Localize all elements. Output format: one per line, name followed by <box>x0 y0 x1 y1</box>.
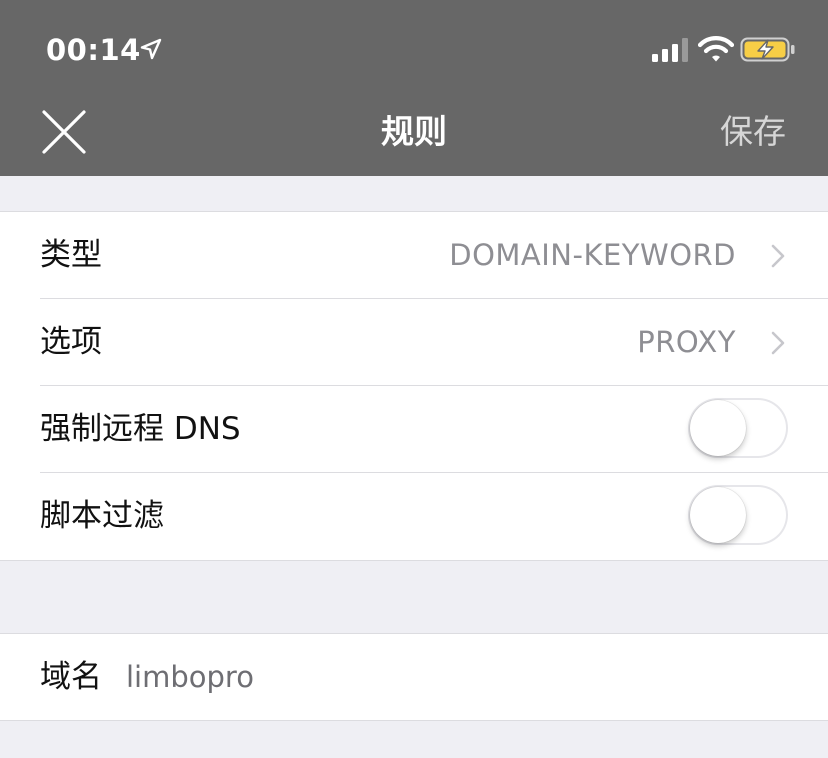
type-value: DOMAIN-KEYWORD <box>449 238 736 272</box>
chevron-right-icon <box>771 331 785 355</box>
domain-input[interactable] <box>126 634 766 720</box>
script-filter-toggle[interactable] <box>688 485 788 545</box>
force-remote-dns-row: 强制远程 DNS <box>0 385 828 473</box>
wifi-icon <box>698 36 734 62</box>
chevron-right-icon <box>771 244 785 268</box>
toggle-knob <box>690 400 746 456</box>
domain-label: 域名 <box>40 659 102 695</box>
script-filter-label: 脚本过滤 <box>40 498 164 534</box>
page-title: 规则 <box>381 112 447 151</box>
toggle-knob <box>690 487 746 543</box>
rule-settings-group: 类型 DOMAIN-KEYWORD 选项 PROXY 强制远程 DNS 脚本过滤 <box>0 211 828 561</box>
domain-row: 域名 <box>0 634 828 720</box>
type-label: 类型 <box>40 237 102 273</box>
option-label: 选项 <box>40 324 102 360</box>
location-arrow-icon <box>140 38 162 60</box>
save-button[interactable]: 保存 <box>720 108 786 156</box>
battery-charging-icon <box>740 37 795 62</box>
force-remote-dns-label: 强制远程 DNS <box>40 411 241 447</box>
option-value: PROXY <box>637 325 736 359</box>
navigation-bar: 00:14 规则 保存 <box>0 0 828 176</box>
status-time: 00:14 <box>46 33 141 67</box>
domain-group: 域名 <box>0 633 828 721</box>
option-row[interactable]: 选项 PROXY <box>0 298 828 386</box>
type-row[interactable]: 类型 DOMAIN-KEYWORD <box>0 212 828 299</box>
script-filter-row: 脚本过滤 <box>0 472 828 560</box>
signal-icon <box>652 38 688 62</box>
force-remote-dns-toggle[interactable] <box>688 398 788 458</box>
